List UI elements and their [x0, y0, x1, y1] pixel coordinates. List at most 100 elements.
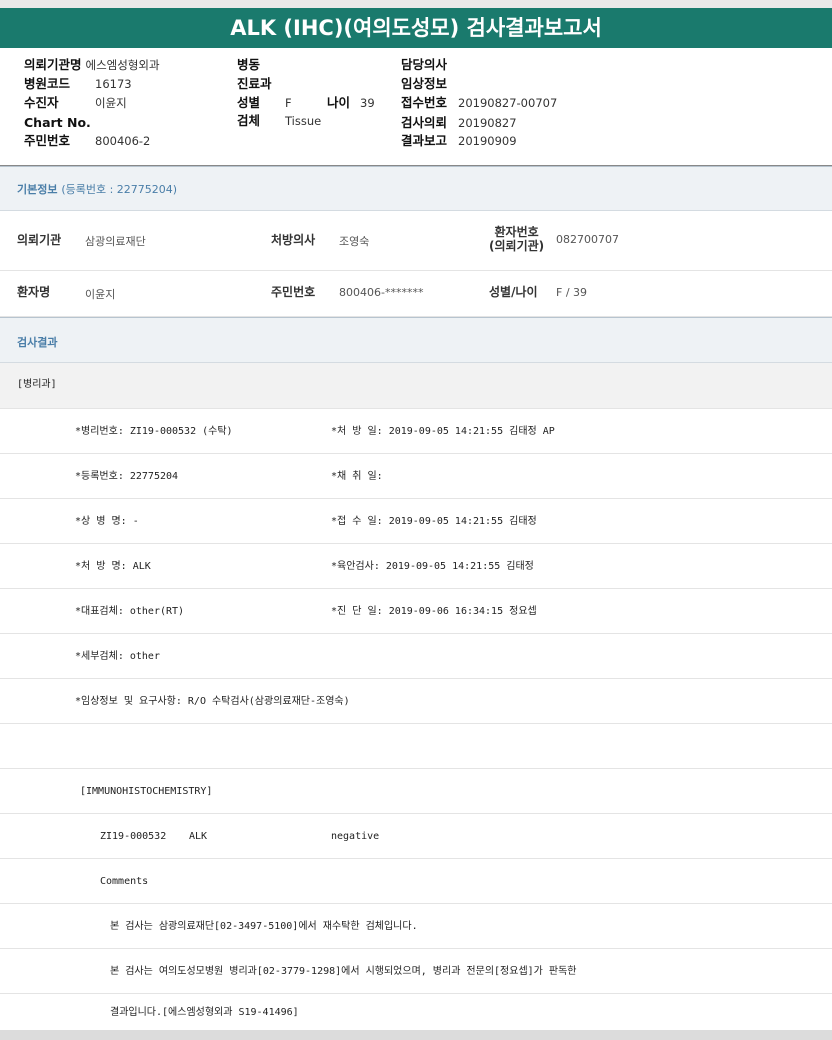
- gross-exam: *육안검사: 2019-09-05 14:21:55 김태정: [331, 561, 534, 572]
- comment-2: 본 검사는 여의도성모병원 병리과[02-3779-1298]에서 시행되었으며…: [110, 966, 577, 977]
- collection-date: *채 취 일:: [331, 471, 383, 482]
- patient-name-label: 환자명: [17, 285, 51, 299]
- report-title: ALK (IHC)(여의도성모) 검사결과보고서: [0, 8, 832, 48]
- representative-specimen: *대표검체: other(RT): [75, 606, 185, 617]
- header-rrn: 주민번호 800406-2: [24, 132, 150, 150]
- header-specimen: 검체 Tissue: [237, 112, 321, 130]
- specimen-value: Tissue: [285, 114, 322, 128]
- result-blank-row: [0, 724, 832, 769]
- result-title: 검사결과: [17, 336, 58, 349]
- code-value: 16173: [95, 77, 132, 91]
- sex-age-value: F / 39: [556, 286, 588, 299]
- patient-no-label-line1: 환자번호: [494, 225, 539, 239]
- result-dept-row: [병리과]: [0, 363, 832, 409]
- basic-info-row-1: 의뢰기관 삼광의료재단 처방의사 조영숙 환자번호 (의뢰기관) 0827007…: [0, 211, 832, 271]
- patient-name-value: 이윤지: [85, 288, 116, 301]
- registration-number: (등록번호 : 22775204): [61, 183, 178, 196]
- pathology-number: *병리번호: ZI19-000532 (수탁): [75, 426, 233, 437]
- requesting-inst-label: 의뢰기관: [17, 233, 62, 247]
- result-row-7: *임상정보 및 요구사항: R/O 수탁검사(삼광의료재단-조영숙): [0, 679, 832, 724]
- pathology-dept-label: [병리과]: [17, 379, 57, 390]
- request-label: 검사의뢰: [401, 115, 448, 130]
- specimen-label: 검체: [237, 113, 261, 128]
- clinical-label: 임상정보: [401, 76, 448, 91]
- rrn-label: 주민번호: [24, 133, 71, 148]
- basic-info-section-header: 기본정보 (등록번호 : 22775204): [0, 166, 832, 211]
- code-label: 병원코드: [24, 76, 71, 91]
- disease-name: *상 병 명: -: [75, 516, 139, 527]
- header-doctor: 담당의사: [401, 56, 447, 74]
- ward-label: 병동: [237, 57, 261, 72]
- age-value: 39: [360, 96, 375, 110]
- ihc-title-row: [IMMUNOHISTOCHEMISTRY]: [0, 769, 832, 814]
- order-name: *처 방 명: ALK: [75, 561, 151, 572]
- prescriber-value: 조영숙: [339, 235, 370, 248]
- result-section-header: 검사결과: [0, 317, 832, 363]
- dept-label: 진료과: [237, 76, 272, 91]
- basic-rrn-label: 주민번호: [271, 285, 316, 299]
- recipient-value: 이윤지: [95, 96, 127, 110]
- receipt-value: 20190827-00707: [458, 96, 558, 110]
- result-row-4: *처 방 명: ALK *육안검사: 2019-09-05 14:21:55 김…: [0, 544, 832, 589]
- basic-info-title: 기본정보 (등록번호 : 22775204): [17, 181, 177, 197]
- ihc-result: negative: [331, 831, 380, 842]
- clinical-info-request: *임상정보 및 요구사항: R/O 수탁검사(삼광의료재단-조영숙): [75, 696, 350, 707]
- diagnosis-date: *진 단 일: 2019-09-06 16:34:15 정요셉: [331, 606, 537, 617]
- header-recipient: 수진자 이윤지: [24, 94, 127, 112]
- result-row-2: *등록번호: 22775204 *채 취 일:: [0, 454, 832, 499]
- recipient-label: 수진자: [24, 95, 59, 110]
- comment-row-3: 결과입니다.[에스엠성형외과 S19-41496]: [0, 994, 832, 1030]
- ihc-title: [IMMUNOHISTOCHEMISTRY]: [80, 786, 213, 797]
- header-receipt: 접수번호 20190827-00707: [401, 94, 557, 112]
- chart-label: Chart No.: [24, 115, 91, 130]
- result-registration-number: *등록번호: 22775204: [75, 471, 179, 482]
- report-value: 20190909: [458, 134, 517, 148]
- ihc-marker: ALK: [189, 831, 208, 842]
- request-value: 20190827: [458, 116, 517, 130]
- basic-rrn-value: 800406-*******: [339, 286, 424, 299]
- sex-value: F: [285, 96, 292, 110]
- report-label: 결과보고: [401, 133, 448, 148]
- header-dept: 진료과: [237, 75, 272, 93]
- comment-1: 본 검사는 삼광의료재단[02-3497-5100]에서 재수탁한 검체입니다.: [110, 921, 418, 932]
- doctor-label: 담당의사: [401, 57, 448, 72]
- sex-age-label: 성별/나이: [489, 285, 538, 299]
- header-chart: Chart No.: [24, 114, 91, 132]
- sex-label: 성별: [237, 95, 261, 110]
- basic-info-row-2: 환자명 이윤지 주민번호 800406-******* 성별/나이 F / 39: [0, 271, 832, 317]
- inst-label: 의뢰기관명: [24, 57, 82, 72]
- comments-label: Comments: [100, 876, 149, 887]
- header-ward: 병동: [237, 56, 260, 74]
- header-sex-age: 성별 F 나이 39: [237, 94, 387, 112]
- requesting-inst-value: 삼광의료재단: [85, 235, 146, 248]
- header-inst: 의뢰기관명 에스엠성형외과: [24, 56, 160, 74]
- result-row-5: *대표검체: other(RT) *진 단 일: 2019-09-06 16:3…: [0, 589, 832, 634]
- basic-info-label: 기본정보: [17, 183, 58, 196]
- comment-row-1: 본 검사는 삼광의료재단[02-3497-5100]에서 재수탁한 검체입니다.: [0, 904, 832, 949]
- detailed-specimen: *세부검체: other: [75, 651, 160, 662]
- prescriber-label: 처방의사: [271, 233, 316, 247]
- comments-label-row: Comments: [0, 859, 832, 904]
- top-strip: [0, 0, 832, 8]
- inst-value: 에스엠성형외과: [85, 58, 160, 72]
- comment-3: 결과입니다.[에스엠성형외과 S19-41496]: [110, 1007, 299, 1018]
- patient-no-label: 환자번호 (의뢰기관): [489, 225, 544, 253]
- result-row-3: *상 병 명: - *접 수 일: 2019-09-05 14:21:55 김태…: [0, 499, 832, 544]
- header-report: 결과보고 20190909: [401, 132, 517, 150]
- prescription-date: *처 방 일: 2019-09-05 14:21:55 김태정 AP: [331, 426, 555, 437]
- patient-no-value: 082700707: [556, 233, 619, 246]
- ihc-case-number: ZI19-000532: [100, 831, 167, 842]
- header-clinical: 임상정보: [401, 75, 447, 93]
- ihc-result-row: ZI19-000532 ALK negative: [0, 814, 832, 859]
- comment-row-2: 본 검사는 여의도성모병원 병리과[02-3779-1298]에서 시행되었으며…: [0, 949, 832, 994]
- receipt-label: 접수번호: [401, 95, 448, 110]
- result-row-6: *세부검체: other: [0, 634, 832, 679]
- header-request: 검사의뢰 20190827: [401, 114, 517, 132]
- bottom-strip: [0, 1030, 832, 1040]
- patient-no-label-line2: (의뢰기관): [489, 239, 545, 253]
- receipt-date: *접 수 일: 2019-09-05 14:21:55 김태정: [331, 516, 537, 527]
- rrn-value: 800406-2: [95, 134, 151, 148]
- header-code: 병원코드 16173: [24, 75, 132, 93]
- report-header: 의뢰기관명 에스엠성형외과 병원코드 16173 수진자 이윤지 Chart No. …: [0, 48, 832, 166]
- age-label: 나이: [327, 95, 351, 110]
